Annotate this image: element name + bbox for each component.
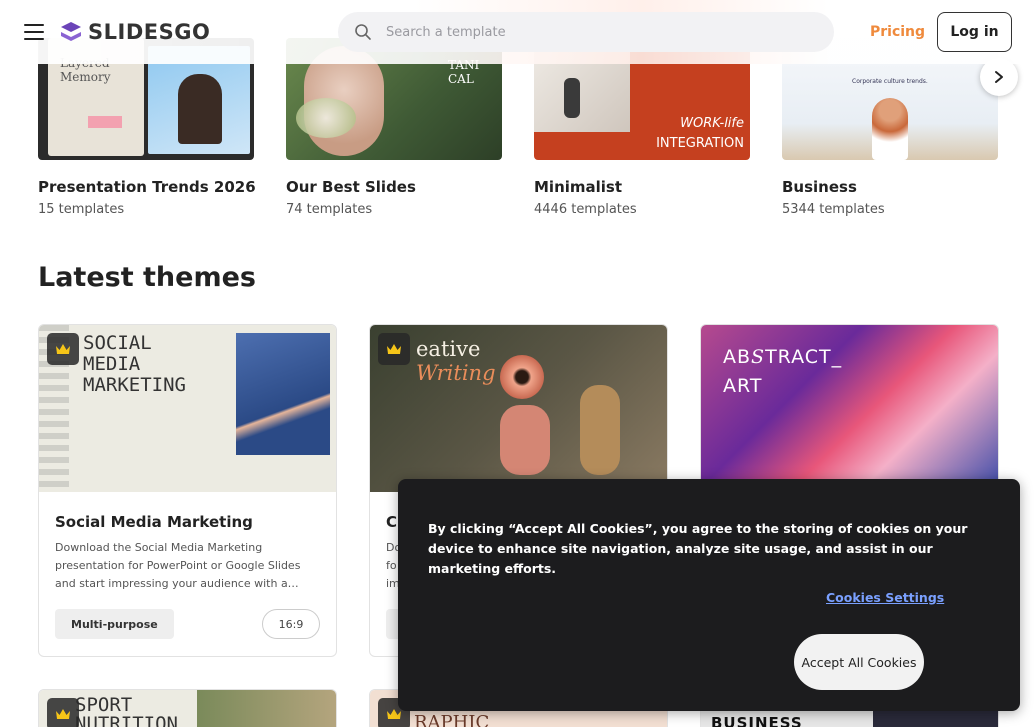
thumb-text: INTEGRATION	[656, 136, 744, 151]
theme-title[interactable]: C	[386, 513, 397, 531]
category-tag[interactable]: Multi-purpose	[55, 609, 174, 639]
category-card[interactable]: TANI CAL Our Best Slides 74 templates	[286, 38, 502, 217]
category-count: 74 templates	[286, 202, 373, 217]
crown-icon	[387, 709, 401, 719]
crown-icon	[56, 344, 70, 354]
pricing-link[interactable]: Pricing	[870, 24, 925, 40]
category-title[interactable]: Business	[782, 178, 998, 196]
category-card[interactable]: Corporate culture trends. Business 5344 …	[782, 38, 998, 217]
thumb-text: WORK-life	[680, 116, 744, 131]
search-icon	[355, 24, 371, 40]
theme-description: Download the Social Media Marketing pres…	[55, 541, 301, 590]
brand-name: SLIDESGO	[88, 20, 211, 44]
thumb-text: eative	[416, 337, 481, 361]
category-title[interactable]: Minimalist	[534, 178, 750, 196]
menu-icon[interactable]	[24, 24, 44, 40]
top-header: SLIDESGO Pricing Log in	[0, 0, 1036, 64]
aspect-ratio-badge: 16:9	[262, 609, 320, 639]
theme-thumbnail[interactable]: ABSTRACT_ ART	[701, 325, 998, 492]
cookies-settings-link[interactable]: Cookies Settings	[826, 590, 944, 605]
theme-card[interactable]: SPORT NUTRITION	[38, 689, 337, 727]
slidesgo-logo-icon	[61, 22, 81, 41]
cookie-consent-banner: By clicking “Accept All Cookies”, you ag…	[398, 479, 1020, 711]
theme-thumbnail[interactable]: eative Writing	[370, 325, 667, 492]
category-card[interactable]: WORK-life INTEGRATION Minimalist 4446 te…	[534, 38, 750, 217]
chevron-right-icon	[995, 71, 1003, 83]
thumb-text: RAPHIC	[414, 712, 490, 727]
thumb-text: BUSINESS	[711, 714, 803, 727]
latest-themes-heading: Latest themes	[38, 262, 256, 293]
category-title[interactable]: Presentation Trends 2026	[38, 178, 256, 196]
premium-crown-badge	[378, 333, 410, 365]
thumb-text: Memory	[60, 70, 111, 84]
crown-icon	[387, 344, 401, 354]
premium-crown-badge	[47, 333, 79, 365]
thumb-text: ABSTRACT_	[723, 346, 843, 368]
theme-card[interactable]: SOCIAL MEDIA MARKETING Social Media Mark…	[38, 324, 337, 657]
thumb-text: ART	[723, 375, 763, 397]
crown-icon	[56, 709, 70, 719]
search-input[interactable]	[386, 12, 816, 52]
thumb-text: CAL	[448, 72, 474, 86]
login-button[interactable]: Log in	[937, 12, 1012, 52]
page: SLIDESGO Pricing Log in Layered Memory P…	[0, 0, 1036, 727]
category-count: 15 templates	[38, 202, 125, 217]
thumb-text: SPORT NUTRITION	[75, 694, 178, 727]
thumb-text: Writing	[416, 361, 496, 385]
category-title[interactable]: Our Best Slides	[286, 178, 502, 196]
theme-thumbnail[interactable]: SPORT NUTRITION	[39, 690, 336, 727]
search-bar[interactable]	[338, 12, 834, 52]
category-count: 5344 templates	[782, 202, 885, 217]
thumb-text: Corporate culture trends.	[852, 78, 928, 85]
theme-title[interactable]: Social Media Marketing	[55, 513, 253, 531]
category-count: 4446 templates	[534, 202, 637, 217]
theme-thumbnail[interactable]: SOCIAL MEDIA MARKETING	[39, 325, 336, 492]
thumb-text: SOCIAL MEDIA MARKETING	[83, 332, 186, 396]
category-card[interactable]: Layered Memory Presentation Trends 2026 …	[38, 38, 256, 217]
premium-crown-badge	[47, 698, 79, 727]
cookie-consent-text: By clicking “Accept All Cookies”, you ag…	[428, 521, 968, 576]
brand-logo[interactable]: SLIDESGO	[60, 20, 210, 44]
accept-all-cookies-button[interactable]: Accept All Cookies	[794, 634, 924, 690]
